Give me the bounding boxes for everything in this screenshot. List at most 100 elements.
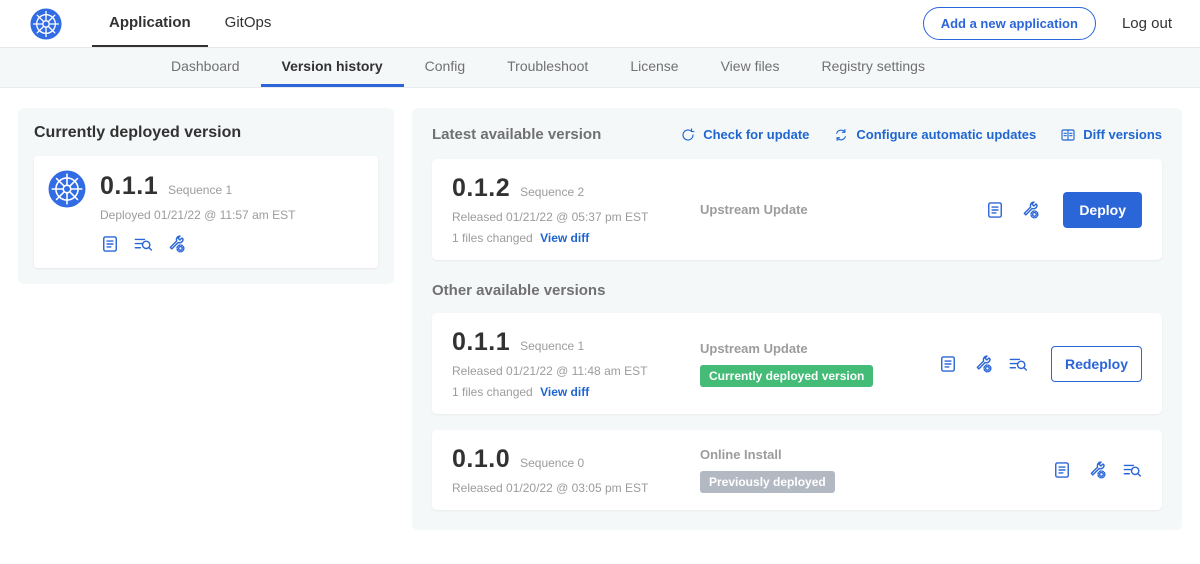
logout-button[interactable]: Log out bbox=[1122, 15, 1172, 32]
deployed-panel-title: Currently deployed version bbox=[34, 124, 378, 142]
released-timestamp: Released 01/21/22 @ 05:37 pm EST bbox=[452, 210, 700, 224]
auto-update-icon bbox=[833, 127, 849, 143]
subnav-tab-label: Troubleshoot bbox=[507, 58, 588, 74]
subnav-tab-label: License bbox=[630, 58, 678, 74]
release-notes-icon bbox=[1052, 460, 1072, 480]
source-label: Upstream Update bbox=[700, 341, 938, 356]
add-application-button[interactable]: Add a new application bbox=[923, 7, 1096, 40]
release-notes-icon bbox=[985, 200, 1005, 220]
source-label: Upstream Update bbox=[700, 202, 985, 217]
version-source: Upstream Update bbox=[700, 202, 985, 217]
check-for-update-link[interactable]: Check for update bbox=[680, 127, 809, 143]
view-diff-link[interactable]: View diff bbox=[540, 231, 589, 245]
deployed-version-card: 0.1.1 Sequence 1 Deployed 01/21/22 @ 11:… bbox=[34, 156, 378, 268]
subnav-tab-view-files[interactable]: View files bbox=[700, 48, 801, 87]
version-info: 0.1.1 Sequence 1 Released 01/21/22 @ 11:… bbox=[452, 328, 700, 399]
status-badge: Currently deployed version bbox=[700, 365, 873, 387]
release-notes-icon bbox=[100, 234, 120, 254]
edit-config-button[interactable] bbox=[1020, 200, 1040, 220]
sequence-label: Sequence 2 bbox=[520, 185, 584, 199]
view-files-icon bbox=[1122, 460, 1142, 480]
refresh-icon bbox=[680, 127, 696, 143]
version-card: 0.1.0 Sequence 0 Released 01/20/22 @ 03:… bbox=[432, 430, 1162, 510]
tab-application[interactable]: Application bbox=[92, 0, 208, 47]
version-history-panel: Latest available version Check for updat… bbox=[412, 108, 1182, 530]
sequence-label: Sequence 1 bbox=[168, 183, 232, 197]
edit-config-icon bbox=[973, 354, 993, 374]
check-for-update-label: Check for update bbox=[703, 127, 809, 142]
subnav-tab-label: Config bbox=[425, 58, 465, 74]
view-diff-link[interactable]: View diff bbox=[540, 385, 589, 399]
subnav-tab-registry-settings[interactable]: Registry settings bbox=[800, 48, 945, 87]
redeploy-button[interactable]: Redeploy bbox=[1051, 346, 1142, 382]
edit-config-icon bbox=[1087, 460, 1107, 480]
version-number: 0.1.1 bbox=[452, 328, 510, 357]
view-files-icon bbox=[133, 234, 153, 254]
subnav-tab-label: Registry settings bbox=[821, 58, 924, 74]
subnav-tab-label: Dashboard bbox=[171, 58, 240, 74]
edit-config-icon bbox=[166, 234, 186, 254]
version-header-actions: Check for update Configure automatic upd… bbox=[680, 127, 1162, 143]
diff-versions-link[interactable]: Diff versions bbox=[1060, 127, 1162, 143]
version-number: 0.1.0 bbox=[452, 445, 510, 474]
diff-versions-label: Diff versions bbox=[1083, 127, 1162, 142]
latest-version-card: 0.1.2 Sequence 2 Released 01/21/22 @ 05:… bbox=[432, 159, 1162, 260]
view-files-button[interactable] bbox=[1122, 460, 1142, 480]
version-source: Upstream Update Currently deployed versi… bbox=[700, 341, 938, 387]
sequence-label: Sequence 0 bbox=[520, 456, 584, 470]
view-files-button[interactable] bbox=[133, 234, 153, 254]
edit-config-button[interactable] bbox=[1087, 460, 1107, 480]
other-versions-title: Other available versions bbox=[432, 282, 1162, 299]
subnav-tab-config[interactable]: Config bbox=[404, 48, 486, 87]
subnav-tab-label: View files bbox=[721, 58, 780, 74]
app-icon bbox=[48, 170, 86, 208]
release-notes-button[interactable] bbox=[985, 200, 1005, 220]
version-actions: Deploy bbox=[985, 192, 1142, 228]
latest-version-header: Latest available version Check for updat… bbox=[432, 126, 1162, 143]
deploy-button[interactable]: Deploy bbox=[1063, 192, 1142, 228]
released-timestamp: Released 01/21/22 @ 11:48 am EST bbox=[452, 364, 700, 378]
subnav-tab-label: Version history bbox=[282, 58, 383, 74]
release-notes-button[interactable] bbox=[938, 354, 958, 374]
version-source: Online Install Previously deployed bbox=[700, 447, 1052, 493]
currently-deployed-panel: Currently deployed version 0.1.1 Sequenc… bbox=[18, 108, 394, 284]
view-files-button[interactable] bbox=[1008, 354, 1028, 374]
release-notes-icon bbox=[938, 354, 958, 374]
released-timestamp: Released 01/20/22 @ 03:05 pm EST bbox=[452, 481, 700, 495]
edit-config-button[interactable] bbox=[973, 354, 993, 374]
version-actions bbox=[1052, 460, 1142, 480]
version-number: 0.1.2 bbox=[452, 174, 510, 203]
subnav-tab-dashboard[interactable]: Dashboard bbox=[150, 48, 261, 87]
edit-config-icon bbox=[1020, 200, 1040, 220]
subnav-tab-version-history[interactable]: Version history bbox=[261, 48, 404, 87]
version-info: 0.1.0 Sequence 0 Released 01/20/22 @ 03:… bbox=[452, 445, 700, 495]
version-card: 0.1.1 Sequence 1 Released 01/21/22 @ 11:… bbox=[432, 313, 1162, 414]
files-changed-label: 1 files changed bbox=[452, 385, 533, 399]
edit-config-button[interactable] bbox=[166, 234, 186, 254]
deployed-version-info: 0.1.1 Sequence 1 Deployed 01/21/22 @ 11:… bbox=[100, 170, 295, 254]
subnav-tab-troubleshoot[interactable]: Troubleshoot bbox=[486, 48, 609, 87]
tab-application-label: Application bbox=[109, 14, 191, 31]
view-files-icon bbox=[1008, 354, 1028, 374]
files-changed-row: 1 files changed View diff bbox=[452, 385, 700, 399]
subnav-tab-license[interactable]: License bbox=[609, 48, 699, 87]
sequence-label: Sequence 1 bbox=[520, 339, 584, 353]
version-number: 0.1.1 bbox=[100, 172, 158, 201]
diff-icon bbox=[1060, 127, 1076, 143]
tab-gitops-label: GitOps bbox=[225, 14, 272, 31]
status-badge: Previously deployed bbox=[700, 471, 835, 493]
deployed-timestamp: Deployed 01/21/22 @ 11:57 am EST bbox=[100, 208, 295, 222]
app-subnav: Dashboard Version history Config Trouble… bbox=[0, 48, 1200, 88]
files-changed-label: 1 files changed bbox=[452, 231, 533, 245]
kubernetes-logo-icon bbox=[30, 8, 62, 40]
deployed-actions bbox=[100, 234, 295, 254]
latest-version-title: Latest available version bbox=[432, 126, 601, 143]
top-navbar: Application GitOps Add a new application… bbox=[0, 0, 1200, 48]
release-notes-button[interactable] bbox=[100, 234, 120, 254]
configure-automatic-updates-link[interactable]: Configure automatic updates bbox=[833, 127, 1036, 143]
files-changed-row: 1 files changed View diff bbox=[452, 231, 700, 245]
version-info: 0.1.2 Sequence 2 Released 01/21/22 @ 05:… bbox=[452, 174, 700, 245]
release-notes-button[interactable] bbox=[1052, 460, 1072, 480]
tab-gitops[interactable]: GitOps bbox=[208, 0, 289, 47]
app-nav: Application GitOps bbox=[92, 0, 288, 47]
